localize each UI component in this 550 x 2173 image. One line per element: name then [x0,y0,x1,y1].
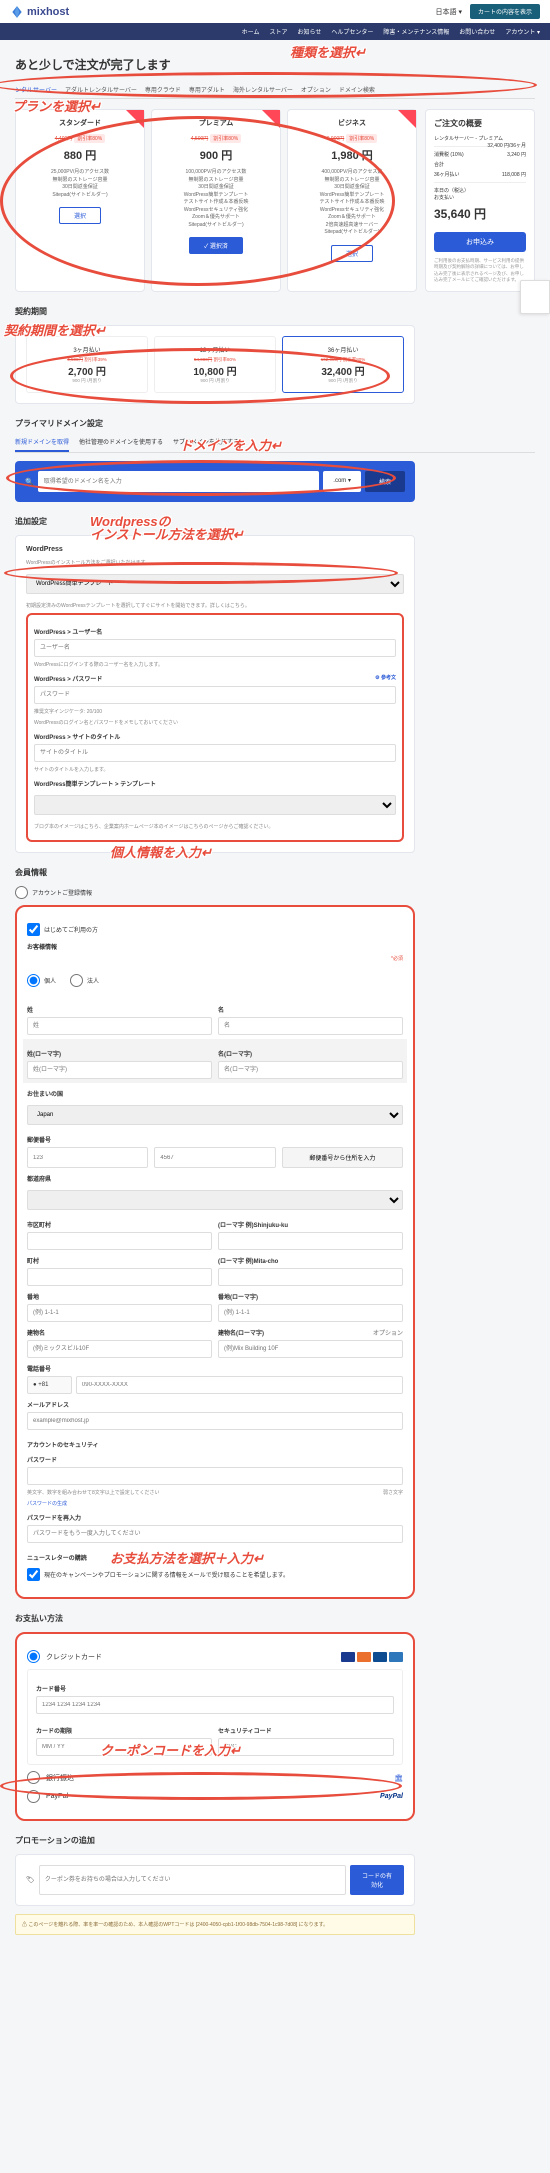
mei-input[interactable] [218,1017,403,1035]
email-input[interactable] [27,1412,403,1430]
wp-password[interactable] [34,686,396,704]
domain-tab-new[interactable]: 新規ドメインを取得 [15,437,69,452]
promo-input[interactable] [39,1865,346,1895]
plan-select-button[interactable]: 選択 [331,245,373,262]
pref-select[interactable] [27,1190,403,1210]
plan-card[interactable]: プレミアム4,500円 割引率80%900 円100,000PV/月のアクセス数… [151,109,281,292]
order-summary: ご注文の概要 レンタルサーバー - プレミアム 32,400 円/36ヶ月 消費… [425,109,535,292]
gen-password[interactable]: パスワードの生成 [27,1500,403,1507]
tel-input[interactable] [76,1376,403,1394]
card-number[interactable] [36,1696,394,1714]
cart-button[interactable]: カートの内容を表示 [470,4,540,19]
search-icon: 🔍 [25,478,34,486]
tab-option[interactable]: オプション [301,85,331,94]
account-title: 会員情報 [15,867,535,878]
wp-install-select[interactable]: WordPress簡単テンプレート [26,574,404,594]
mastercard-icon [357,1652,371,1662]
addr-input[interactable] [27,1304,212,1322]
addon-title: 追加設定 [15,516,535,527]
warning-box: ⚠ このページを離れる際、率を率一の確認のため、本人確認のWPTコードは [24… [15,1914,415,1935]
bldg-input[interactable] [27,1340,212,1358]
acct-password2[interactable] [27,1525,403,1543]
page-title: あと少しで注文が完了します [15,56,535,73]
jcb-icon [373,1652,387,1662]
account-tab[interactable] [15,886,28,899]
mei-roman-input[interactable] [218,1061,403,1079]
zip-lookup[interactable]: 郵便番号から住所を入力 [282,1147,403,1168]
summary-title: ご注文の概要 [434,118,526,129]
type-personal[interactable] [27,974,40,987]
plan-select-button[interactable]: ✓ 選択済 [189,237,243,254]
acct-password[interactable] [27,1467,403,1485]
domain-search-button[interactable]: 検索 [365,471,405,492]
bank-icon: 🏛 [394,1774,403,1782]
term-option[interactable]: 36ヶ月払い162,000円 割引率80%32,400 円900 円 /月割り [282,336,404,393]
payment-title: お支払い方法 [15,1613,535,1624]
tab-overseas[interactable]: 海外レンタルサーバー [233,85,293,94]
promo-title: プロモーションの追加 [15,1835,535,1846]
tab-rental[interactable]: ンタルサーバー [15,85,57,94]
order-button[interactable]: お申込み [434,232,526,252]
type-corp[interactable] [70,974,83,987]
domain-title: プライマリドメイン設定 [15,418,535,429]
wp-username[interactable] [34,639,396,657]
city-input[interactable] [27,1232,212,1250]
tag-icon: 🏷 [26,1876,35,1884]
summary-note: ご利用後のお支払時期、サービス利用の提供時期及び契約解除の詳細については、お申し… [434,258,526,283]
wp-template-select[interactable] [34,795,396,815]
tel-prefix[interactable]: ● +81 [27,1376,72,1394]
recaptcha-badge [520,280,550,314]
card-cvc[interactable] [218,1738,394,1756]
term-option[interactable]: 12ヶ月払い54,000円 割引率80%10,800 円900 円 /月割り [154,336,276,393]
country-select[interactable]: Japan [27,1105,403,1125]
first-time-check[interactable] [27,923,40,936]
plan-card[interactable]: ビジネス9,900円 割引率80%1,980 円400,000PV/月のアクセス… [287,109,417,292]
amex-icon [389,1652,403,1662]
sei-input[interactable] [27,1017,212,1035]
term-option[interactable]: 3ヶ月払い4,500円 割引率39%2,700 円900 円 /月割り [26,336,148,393]
wp-site-title[interactable] [34,744,396,762]
addr-roman-input[interactable] [218,1304,403,1322]
logo[interactable]: mixhost [10,5,69,19]
town-input[interactable] [27,1268,212,1286]
visa-icon [341,1652,355,1662]
language-select[interactable]: 日本語 ▾ [436,7,462,17]
pay-bank[interactable] [27,1771,40,1784]
domain-input[interactable] [38,471,320,492]
nav-help[interactable]: ヘルプセンター [331,27,373,36]
domain-tab-other[interactable]: 他社管理のドメインを使用する [79,437,163,452]
sei-roman-input[interactable] [27,1061,212,1079]
product-tabs: ンタルサーバー アダルトレンタルサーバー 専用クラウド 専用アダルト 海外レンタ… [15,85,535,99]
card-exp[interactable] [36,1738,212,1756]
nav-news[interactable]: お知らせ [298,27,322,36]
town-roman-input[interactable] [218,1268,403,1286]
nav-contact[interactable]: お問い合わせ [459,27,495,36]
bldg-roman-input[interactable] [218,1340,403,1358]
tab-adult-cloud[interactable]: 専用アダルト [189,85,225,94]
zip1[interactable] [27,1147,148,1168]
plan-card[interactable]: スタンダード4,400円 割引率80%880 円25,000PV/月のアクセス数… [15,109,145,292]
pay-paypal[interactable] [27,1790,40,1803]
contract-title: 契約期間 [15,306,535,317]
plan-select-button[interactable]: 選択 [59,207,101,224]
tab-adult[interactable]: アダルトレンタルサーバー [65,85,137,94]
paypal-icon: PayPal [380,1793,403,1800]
nav-home[interactable]: ホーム [242,27,260,36]
pay-credit[interactable] [27,1650,40,1663]
promo-apply-button[interactable]: コードの有効化 [350,1865,404,1895]
zip2[interactable] [154,1147,275,1168]
newsletter-check[interactable] [27,1568,40,1581]
nav-account[interactable]: アカウント ▾ [505,27,540,36]
domain-tab-sub[interactable]: サブドメインを使用する [173,437,239,452]
total-price: 35,640 円 [434,205,526,222]
main-nav: ホーム ストア お知らせ ヘルプセンター 障害・メンテナンス情報 お問い合わせ … [0,23,550,40]
tab-cloud[interactable]: 専用クラウド [145,85,181,94]
nav-status[interactable]: 障害・メンテナンス情報 [383,27,449,36]
wp-title: WordPress [26,546,404,553]
tab-domain[interactable]: ドメイン検索 [339,85,375,94]
city-roman-input[interactable] [218,1232,403,1250]
tld-select[interactable]: .com ▾ [323,471,361,492]
nav-store[interactable]: ストア [269,27,287,36]
